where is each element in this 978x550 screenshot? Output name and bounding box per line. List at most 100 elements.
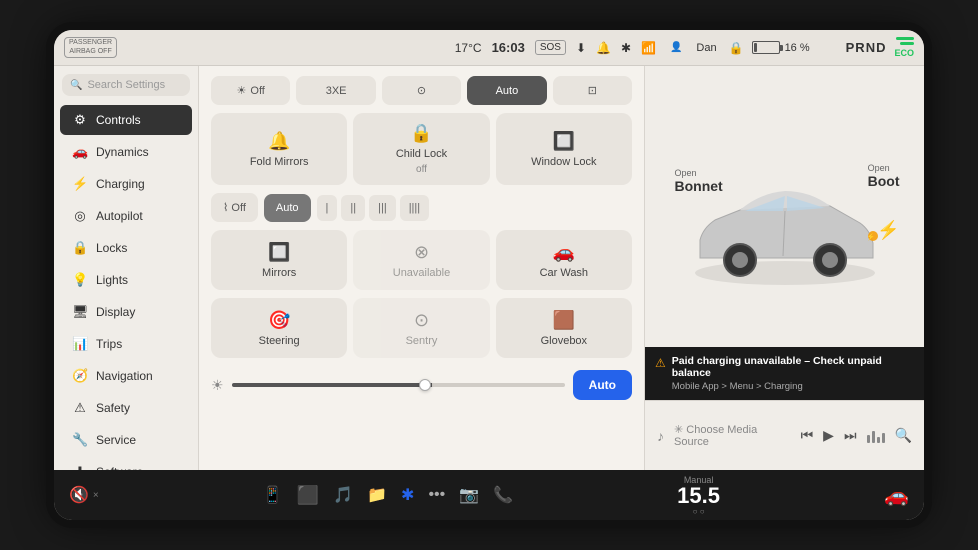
sidebar-item-display[interactable]: 🖥 Display: [60, 297, 192, 327]
media-bar: ♪ ✳ Choose Media Source ⏮ ▶ ⏭ 🔍: [645, 400, 924, 470]
eq-bar-3: [877, 437, 880, 443]
battery-percent: 16 %: [785, 42, 810, 54]
tile-glovebox[interactable]: 🟫 Glovebox: [496, 298, 632, 358]
tile-mirrors[interactable]: 🔲 Mirrors: [211, 230, 347, 290]
car-illustration-container: Open Bonnet Open Boot: [665, 148, 905, 318]
sidebar-item-charging[interactable]: ⚡ Charging: [60, 169, 192, 199]
controls-icon: ⚙: [72, 112, 88, 128]
brightness-icon: ☀: [211, 377, 224, 394]
tile-fold-mirrors[interactable]: 🔔 Fold Mirrors: [211, 113, 347, 185]
wiper-speeds: | || ||| ||||: [317, 195, 430, 221]
speed-dots: ○ ○: [693, 507, 705, 516]
airbag-label: PASSENGERAIRBAG OFF: [69, 39, 112, 56]
sidebar-item-lights[interactable]: 💡 Lights: [60, 265, 192, 295]
media-source-text[interactable]: ✳ Choose Media Source: [674, 423, 791, 448]
eq-bar-4: [882, 433, 885, 443]
prnd-display: PRND: [846, 40, 887, 55]
temperature: 17°C: [455, 41, 482, 55]
folder-icon[interactable]: 📁: [367, 485, 387, 505]
sidebar-item-software[interactable]: ⬇ Software: [60, 457, 192, 470]
btn-auto-top[interactable]: Auto: [467, 76, 546, 105]
sidebar-item-safety[interactable]: ⚠ Safety: [60, 393, 192, 423]
warning-banner: ⚠ Paid charging unavailable – Check unpa…: [645, 347, 924, 400]
sidebar-item-trips[interactable]: 📊 Trips: [60, 329, 192, 359]
wiper-speed-2[interactable]: ||: [341, 195, 365, 221]
tile-steering[interactable]: 🎯 Steering: [211, 298, 347, 358]
grid-icon: ⊡: [588, 84, 597, 97]
tile-sentry[interactable]: ⊙ Sentry: [353, 298, 489, 358]
sidebar-label-trips: Trips: [96, 337, 122, 351]
regen-indicator: ECO: [894, 37, 914, 58]
battery-icon: [752, 41, 780, 54]
btn-icon2[interactable]: ⊡: [553, 76, 632, 105]
prev-btn[interactable]: ⏮: [801, 427, 814, 444]
btn-3xe-label: 3XE: [326, 85, 347, 97]
tiles-row1: 🔔 Fold Mirrors 🔒 Child Lock off 🔲 Window…: [211, 113, 632, 185]
top-controls-row: ☀ Off 3XE ⊙ Auto ⊡: [211, 76, 632, 105]
unavailable-icon: ⊗: [414, 242, 429, 263]
speed-display: Manual 15.5 ○ ○: [677, 475, 720, 516]
sidebar-label-autopilot: Autopilot: [96, 209, 143, 223]
sun-icon: ☀: [237, 84, 247, 97]
eq-bar-2: [872, 431, 875, 443]
wiper-auto-btn[interactable]: Auto: [264, 194, 311, 222]
wiper-icon: ⌇: [223, 202, 228, 214]
btn-off-label: Off: [250, 85, 264, 97]
next-btn[interactable]: ⏭: [844, 427, 857, 444]
phone-call-icon[interactable]: 📞: [493, 485, 513, 505]
main-content: 🔍 Search Settings ⚙ Controls 🚗 Dynamics …: [54, 66, 924, 470]
wiper-speed-3[interactable]: |||: [369, 195, 396, 221]
camera-icon[interactable]: 📷: [459, 485, 479, 505]
brightness-handle[interactable]: [419, 379, 431, 391]
steering-icon: 🎯: [268, 310, 290, 331]
car-icon[interactable]: 🚗: [884, 483, 909, 508]
warning-icon: ⚠: [655, 356, 666, 370]
window-lock-icon: 🔲: [553, 131, 575, 152]
app-icon[interactable]: ⬛: [297, 485, 319, 506]
sidebar-label-charging: Charging: [96, 177, 145, 191]
search-bar[interactable]: 🔍 Search Settings: [62, 74, 190, 96]
more-icon[interactable]: •••: [428, 486, 445, 504]
spotify-icon[interactable]: 🎵: [333, 485, 353, 505]
bottom-bar: 🔇 × 📱 ⬛ 🎵 📁 ✱ ••• 📷 📞 Manual 15.5 ○ ○ 🚗: [54, 470, 924, 520]
phone-icon[interactable]: 📱: [263, 485, 283, 505]
safety-icon: ⚠: [72, 400, 88, 416]
auto-brightness-btn[interactable]: Auto: [573, 370, 632, 400]
sidebar-label-lights: Lights: [96, 273, 128, 287]
user-icon: 👤: [670, 42, 682, 53]
sidebar-item-service[interactable]: 🔧 Service: [60, 425, 192, 455]
media-search-icon[interactable]: 🔍: [895, 427, 912, 444]
svg-text:⚡: ⚡: [866, 232, 875, 241]
sentry-icon: ⊙: [414, 310, 429, 331]
btn-off[interactable]: ☀ Off: [211, 76, 290, 105]
tile-car-wash[interactable]: 🚗 Car Wash: [496, 230, 632, 290]
play-btn[interactable]: ▶: [823, 427, 834, 444]
glovebox-icon: 🟫: [553, 310, 575, 331]
download-icon: ⬇: [576, 41, 586, 55]
sidebar-label-dynamics: Dynamics: [96, 145, 149, 159]
battery-indicator: 16 %: [752, 41, 810, 54]
volume-icon[interactable]: 🔇: [69, 485, 89, 505]
sidebar-label-controls: Controls: [96, 113, 141, 127]
sidebar-item-dynamics[interactable]: 🚗 Dynamics: [60, 137, 192, 167]
wiper-speed-4[interactable]: ||||: [400, 195, 429, 221]
speed-value: 15.5: [677, 485, 720, 507]
sidebar-item-controls[interactable]: ⚙ Controls: [60, 105, 192, 135]
tile-window-lock[interactable]: 🔲 Window Lock: [496, 113, 632, 185]
lights-icon: 💡: [72, 272, 88, 288]
wiper-off-btn[interactable]: ⌇ Off: [211, 193, 258, 222]
btn-3xe[interactable]: 3XE: [296, 76, 375, 105]
tile-child-lock-sub: off: [416, 164, 427, 175]
sidebar-item-locks[interactable]: 🔒 Locks: [60, 233, 192, 263]
brightness-slider[interactable]: [232, 383, 565, 387]
btn-icon1[interactable]: ⊙: [382, 76, 461, 105]
dynamics-icon: 🚗: [72, 144, 88, 160]
wiper-speed-1[interactable]: |: [317, 195, 338, 221]
bluetooth-bottom-icon[interactable]: ✱: [401, 485, 414, 505]
sos-label[interactable]: SOS: [535, 40, 566, 55]
right-panel: Open Bonnet Open Boot: [644, 66, 924, 470]
music-note-icon: ♪: [657, 428, 664, 444]
sidebar-item-navigation[interactable]: 🧭 Navigation: [60, 361, 192, 391]
tile-child-lock[interactable]: 🔒 Child Lock off: [353, 113, 489, 185]
sidebar-item-autopilot[interactable]: ◎ Autopilot: [60, 201, 192, 231]
